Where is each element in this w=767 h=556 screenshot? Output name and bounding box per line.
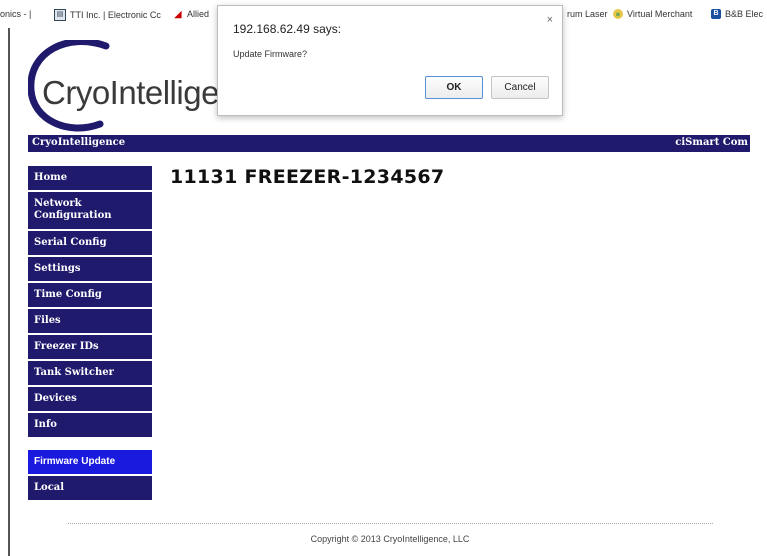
bookmark-tti[interactable]: ▤ TTI Inc. | Electronic Cc xyxy=(54,9,161,21)
nav-item-home[interactable]: Home xyxy=(28,166,152,190)
ok-button[interactable]: OK xyxy=(425,76,483,99)
nav-item-local[interactable]: Local xyxy=(28,476,152,500)
bookmark-electronics[interactable]: onics - | xyxy=(0,9,31,19)
bookmark-virtual-merchant[interactable]: ● Virtual Merchant xyxy=(613,9,692,19)
allied-icon: ◢ xyxy=(174,9,182,19)
header-bar: CryoIntelligence ciSmart Com xyxy=(28,135,750,152)
logo: CryoIntelligen xyxy=(28,40,237,132)
bookmark-label: TTI Inc. | Electronic Cc xyxy=(70,10,161,20)
nav-item-files[interactable]: Files xyxy=(28,309,152,333)
bookmark-label: Virtual Merchant xyxy=(627,9,693,19)
logo-text: CryoIntelligen xyxy=(42,74,237,111)
nav-item-tank-switcher[interactable]: Tank Switcher xyxy=(28,361,152,385)
sidebar-nav: Home Network Configuration Serial Config… xyxy=(28,166,152,502)
nav-item-freezer-ids[interactable]: Freezer IDs xyxy=(28,335,152,359)
dialog-message: Update Firmware? xyxy=(233,49,308,59)
header-brand: CryoIntelligence xyxy=(32,137,126,148)
footer-divider xyxy=(68,523,713,524)
dialog-title: 192.168.62.49 says: xyxy=(233,22,342,36)
header-product: ciSmart Com xyxy=(675,137,748,148)
bookmark-label: Allied xyxy=(187,9,210,19)
confirm-dialog: 192.168.62.49 says: × Update Firmware? O… xyxy=(217,5,563,116)
bookmark-label: B&B Elec xyxy=(725,9,764,19)
bookmark-laser[interactable]: rum Laser xyxy=(567,9,608,19)
nav-item-settings[interactable]: Settings xyxy=(28,257,152,281)
close-icon[interactable]: × xyxy=(547,14,553,26)
bookmark-label: onics - | xyxy=(0,9,32,19)
nav-item-serial-config[interactable]: Serial Config xyxy=(28,231,152,255)
window-edge xyxy=(8,0,10,556)
nav-item-network-configuration[interactable]: Network Configuration xyxy=(28,192,152,229)
bookmark-bb[interactable]: B B&B Elec xyxy=(711,9,763,19)
tti-icon: ▤ xyxy=(54,9,66,21)
nav-item-devices[interactable]: Devices xyxy=(28,387,152,411)
virtual-merchant-icon: ● xyxy=(613,9,623,19)
nav-item-time-config[interactable]: Time Config xyxy=(28,283,152,307)
bookmark-allied[interactable]: ◢ Allied xyxy=(173,9,209,19)
bb-icon: B xyxy=(711,9,721,19)
footer-copyright: Copyright © 2013 CryoIntelligence, LLC xyxy=(310,534,470,544)
nav-item-firmware-update[interactable]: Firmware Update xyxy=(28,450,152,474)
page-title: 11131 FREEZER-1234567 xyxy=(170,166,445,188)
bookmark-label: rum Laser xyxy=(567,9,608,19)
nav-item-info[interactable]: Info xyxy=(28,413,152,437)
cancel-button[interactable]: Cancel xyxy=(491,76,549,99)
